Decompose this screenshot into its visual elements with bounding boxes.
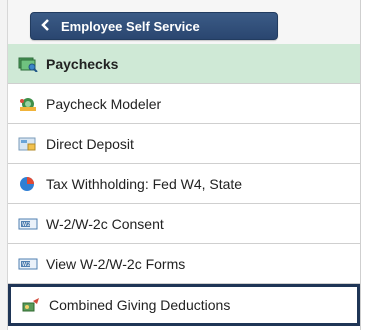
- menu-item-label: Direct Deposit: [46, 135, 134, 152]
- menu-item-combined-giving[interactable]: Combined Giving Deductions: [8, 284, 360, 326]
- navigation-panel: Employee Self Service Paychecks Paycheck…: [0, 0, 382, 330]
- menu-item-label: W-2/W-2c Consent: [46, 215, 164, 232]
- menu-item-view-w2-forms[interactable]: W2 View W-2/W-2c Forms: [8, 244, 360, 284]
- menu-item-direct-deposit[interactable]: Direct Deposit: [8, 124, 360, 164]
- header-bar: Employee Self Service: [8, 0, 360, 44]
- svg-text:W2: W2: [22, 222, 30, 228]
- w2-consent-icon: W2: [18, 216, 38, 232]
- menu-item-paychecks[interactable]: Paychecks: [8, 44, 360, 84]
- back-button-label: Employee Self Service: [61, 18, 200, 34]
- giving-icon: [21, 297, 41, 313]
- paycheck-modeler-icon: [18, 96, 38, 112]
- menu-item-label: Tax Withholding: Fed W4, State: [46, 175, 243, 192]
- menu-item-w2-consent[interactable]: W2 W-2/W-2c Consent: [8, 204, 360, 244]
- menu-item-label: Combined Giving Deductions: [49, 297, 231, 313]
- menu-item-label: Paychecks: [46, 55, 119, 72]
- menu-item-tax-withholding[interactable]: Tax Withholding: Fed W4, State: [8, 164, 360, 204]
- w2-forms-icon: W2: [18, 256, 38, 272]
- back-to-employee-self-service-button[interactable]: Employee Self Service: [30, 12, 278, 40]
- direct-deposit-icon: [18, 136, 38, 152]
- menu-item-label: View W-2/W-2c Forms: [46, 255, 186, 272]
- menu-item-paycheck-modeler[interactable]: Paycheck Modeler: [8, 84, 360, 124]
- svg-text:W2: W2: [22, 262, 30, 268]
- tax-withholding-icon: [18, 176, 38, 192]
- menu-item-label: Paycheck Modeler: [46, 95, 162, 112]
- chevron-left-icon: [41, 18, 55, 34]
- panel-left-edge: [0, 0, 8, 330]
- paychecks-icon: [18, 56, 38, 73]
- panel-right-edge: [360, 0, 382, 330]
